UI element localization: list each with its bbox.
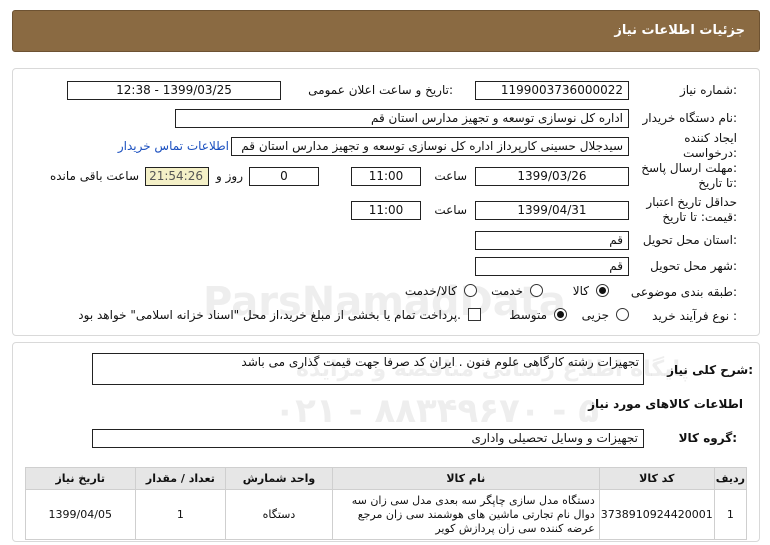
process-radio-medium[interactable]	[554, 308, 567, 321]
city-field: قم	[475, 257, 629, 276]
validity-label-line2: قیمت: تا تاریخ:	[662, 210, 737, 224]
category-label: طبقه بندی موضوعی:	[630, 285, 737, 299]
validity-date-field: 1399/04/31	[475, 201, 629, 220]
cell-code: 3738910924420001	[598, 489, 715, 540]
validity-label-line1: حداقل تاریخ اعتبار	[646, 195, 737, 209]
cell-qty: 1	[134, 489, 227, 540]
remaining-days-field: 0	[249, 167, 319, 186]
announce-datetime-label: تاریخ و ساعت اعلان عمومی:	[308, 83, 453, 97]
deadline-label: مهلت ارسال پاسخ: تا تاریخ:	[641, 161, 737, 191]
process-type-label: نوع فرآیند خرید :	[652, 309, 737, 323]
validity-label: حداقل تاریخ اعتبار قیمت: تا تاریخ:	[646, 195, 737, 225]
province-label: استان محل تحویل:	[642, 233, 737, 247]
remaining-time-field: 21:54:26	[145, 167, 209, 186]
category-radio-service[interactable]	[530, 284, 543, 297]
category-radio-goods[interactable]	[596, 284, 609, 297]
process-radio-minor[interactable]	[616, 308, 629, 321]
category-option-goods-service: کالا/خدمت	[404, 284, 457, 298]
buyer-contact-link[interactable]: اطلاعات تماس خریدار	[118, 139, 229, 153]
buyer-org-field: اداره کل نوسازی توسعه و تجهیز مدارس استا…	[175, 109, 629, 128]
creator-label-line2: درخواست:	[683, 146, 737, 160]
treasury-payment-checkbox[interactable]	[468, 308, 481, 321]
city-label: شهر محل تحویل:	[650, 259, 737, 273]
need-details-panel: پایگاه اطلاع رسانی مناقصه و مزایده ۰۲۱ -…	[12, 342, 760, 542]
col-qty: تعداد / مقدار	[134, 467, 227, 490]
page-title: جزئیات اطلاعات نیاز	[614, 23, 745, 38]
deadline-time-field: 11:00	[351, 167, 421, 186]
category-option-service: خدمت	[491, 284, 523, 298]
creator-field: سیدجلال حسینی کارپرداز اداره کل نوسازی ت…	[231, 137, 629, 156]
process-option-minor: جزیی	[581, 308, 609, 322]
col-date: تاریخ نیاز	[25, 467, 136, 490]
goods-table-header: ردیف کد کالا نام کالا واحد شمارش تعداد /…	[25, 467, 748, 490]
description-box: تجهیزات رشته کارگاهی علوم فنون . ایران ک…	[92, 353, 644, 385]
goods-group-label: گروه کالا:	[678, 431, 737, 445]
category-option-goods: کالا	[572, 284, 589, 298]
need-number-label: شماره نیاز:	[679, 83, 737, 97]
description-label: شرح کلی نیاز:	[667, 363, 753, 377]
page-header: جزئیات اطلاعات نیاز	[12, 10, 760, 52]
description-text: تجهیزات رشته کارگاهی علوم فنون . ایران ک…	[241, 355, 639, 369]
remaining-time-label: ساعت باقی مانده	[49, 169, 139, 183]
col-unit: واحد شمارش	[225, 467, 333, 490]
col-row: ردیف	[713, 467, 748, 490]
deadline-label-line2: تا تاریخ:	[698, 176, 737, 190]
table-row: 1 3738910924420001 دستگاه مدل سازی چاپگر…	[25, 489, 748, 540]
creator-label: ایجاد کننده درخواست:	[683, 131, 737, 161]
validity-time-field: 11:00	[351, 201, 421, 220]
category-radio-goods-service[interactable]	[464, 284, 477, 297]
validity-time-label: ساعت	[434, 203, 467, 217]
col-name: نام کالا	[331, 467, 600, 490]
col-code: کد کالا	[598, 467, 715, 490]
need-number-field: 1199003736000022	[475, 81, 629, 100]
days-label: روز و	[216, 169, 243, 183]
deadline-date-field: 1399/03/26	[475, 167, 629, 186]
need-info-panel: ParsNamadData شماره نیاز: 11990037360000…	[12, 68, 760, 336]
announce-datetime-field: 1399/03/25 - 12:38	[67, 81, 281, 100]
deadline-label-line1: مهلت ارسال پاسخ:	[641, 161, 737, 175]
goods-group-field: تجهیزات و وسایل تحصیلی واداری	[92, 429, 644, 448]
cell-name: دستگاه مدل سازی چاپگر سه بعدی مدل سی زان…	[331, 489, 600, 540]
treasury-payment-note: پرداخت تمام یا بخشی از مبلغ خرید،از محل …	[78, 308, 461, 322]
creator-label-line1: ایجاد کننده	[684, 131, 737, 145]
goods-table: ردیف کد کالا نام کالا واحد شمارش تعداد /…	[25, 467, 748, 540]
province-field: قم	[475, 231, 629, 250]
watermark-phone: ۰۲۱ - ۸۸۳۴۹۶۷۰ - ۵	[274, 391, 599, 431]
cell-row: 1	[713, 489, 748, 540]
deadline-time-label: ساعت	[434, 169, 467, 183]
buyer-org-label: نام دستگاه خریدار:	[642, 111, 738, 125]
cell-date: 1399/04/05	[25, 489, 136, 540]
goods-section-title: اطلاعات کالاهای مورد نیاز	[588, 397, 743, 411]
process-option-medium: متوسط	[509, 308, 547, 322]
cell-unit: دستگاه	[225, 489, 333, 540]
